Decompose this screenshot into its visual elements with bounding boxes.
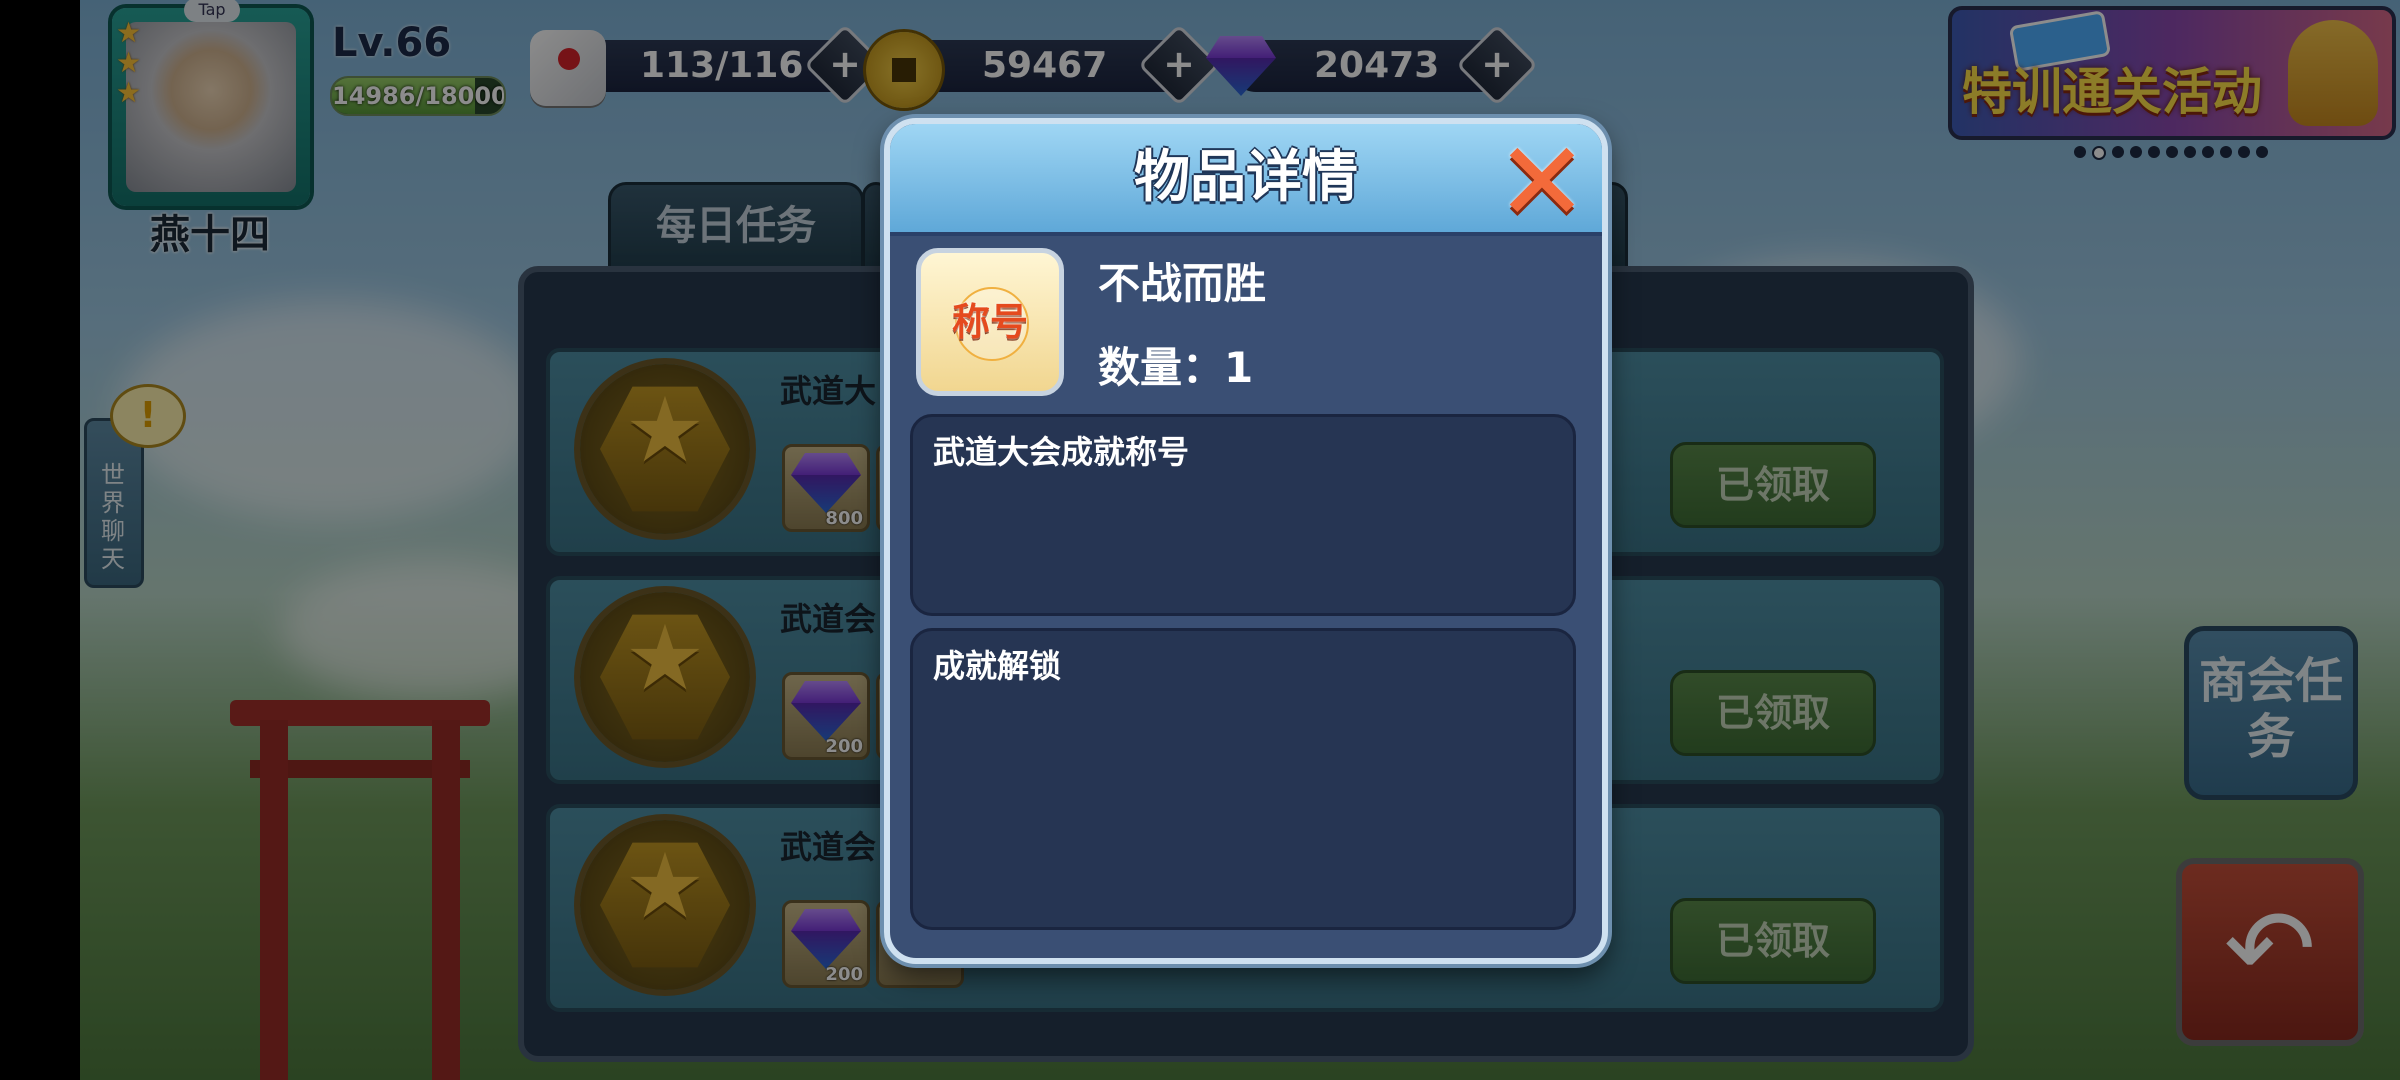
item-source-box: 成就解锁 bbox=[910, 628, 1576, 930]
close-button[interactable]: ✕ bbox=[1494, 118, 1590, 246]
item-description-box: 武道大会成就称号 bbox=[910, 414, 1576, 616]
item-quantity: 数量：1 bbox=[1098, 343, 1254, 392]
item-name: 不战而胜 bbox=[1098, 259, 1267, 308]
item-source: 成就解锁 bbox=[933, 647, 1062, 685]
item-detail-dialog: 物品详情 ✕ 称号 不战而胜 数量：1 武道大会成就称号 成就解锁 bbox=[884, 118, 1608, 964]
title-item-icon: 称号 bbox=[916, 248, 1064, 396]
item-icon-label: 称号 bbox=[951, 300, 1028, 344]
item-description: 武道大会成就称号 bbox=[933, 433, 1190, 471]
close-icon: ✕ bbox=[1495, 118, 1589, 246]
